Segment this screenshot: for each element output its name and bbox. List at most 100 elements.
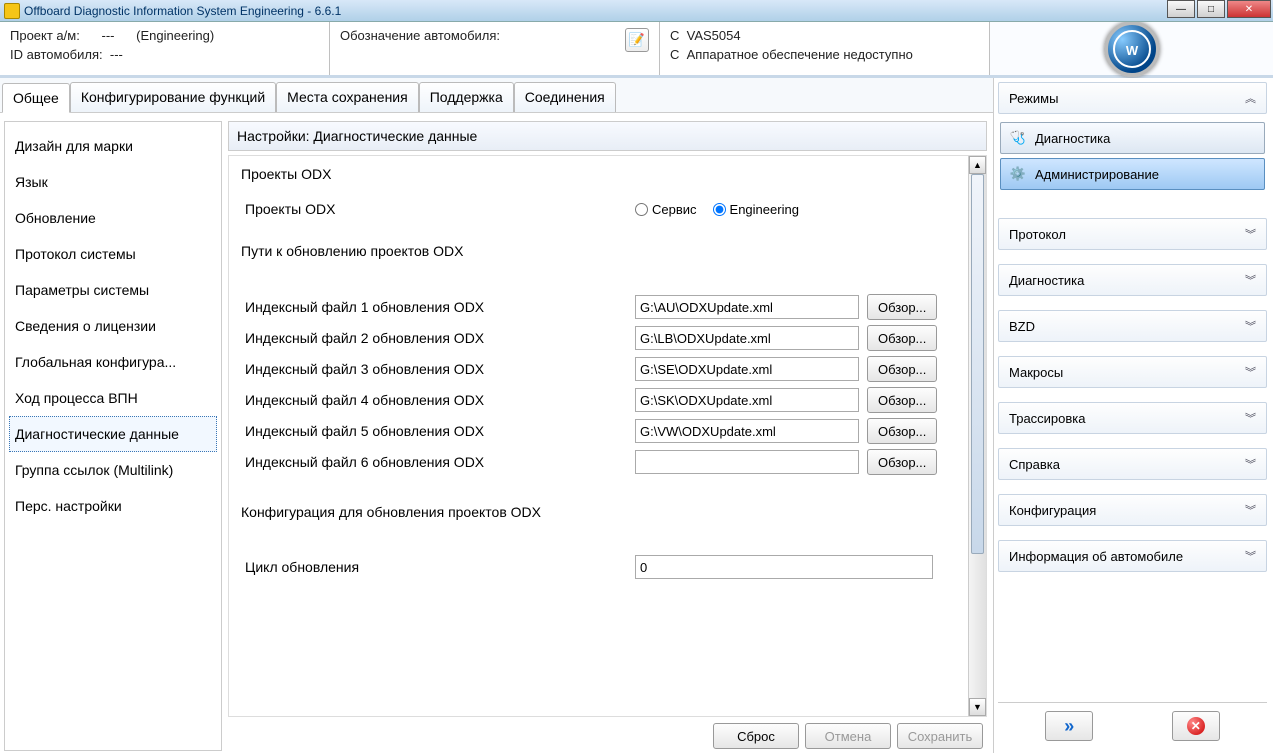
scroll-up-button[interactable]: ▲ [969,156,986,174]
index-file-input-4[interactable] [635,388,859,412]
chevron-down-icon: ︾ [1245,410,1256,426]
browse-button-6[interactable]: Обзор... [867,449,937,475]
cycle-input[interactable] [635,555,933,579]
radio-engineering[interactable]: Engineering [713,202,799,217]
project-label: Проект а/м: [10,28,80,43]
index-file-label-2: Индексный файл 2 обновления ODX [237,330,627,346]
mode-admin-button[interactable]: ⚙️ Администрирование [1000,158,1265,190]
tab-1[interactable]: Конфигурирование функций [70,82,276,112]
vw-logo-icon: W [1104,21,1160,77]
sidebar-item-4[interactable]: Параметры системы [9,272,217,308]
tab-0[interactable]: Общее [2,83,70,113]
sidebar-item-1[interactable]: Язык [9,164,217,200]
browse-button-2[interactable]: Обзор... [867,325,937,351]
scroll-down-button[interactable]: ▼ [969,698,986,716]
sidebar-item-2[interactable]: Обновление [9,200,217,236]
vehicle-designation-label: Обозначение автомобиля: [340,28,500,43]
chevron-down-icon: ︾ [1245,318,1256,334]
browse-button-1[interactable]: Обзор... [867,294,937,320]
index-file-label-4: Индексный файл 4 обновления ODX [237,392,627,408]
status2-prefix: С [670,47,679,62]
status2: Аппаратное обеспечение недоступно [687,47,913,62]
index-file-input-2[interactable] [635,326,859,350]
accordion-section-3[interactable]: Макросы︾ [998,356,1267,388]
double-arrow-icon: » [1064,716,1074,737]
accordion-section-7[interactable]: Информация об автомобиле︾ [998,540,1267,572]
index-file-label-5: Индексный файл 5 обновления ODX [237,423,627,439]
chevron-down-icon: ︾ [1245,226,1256,242]
scroll-thumb[interactable] [971,174,984,554]
info-header: Проект а/м: --- (Engineering) ID автомоб… [0,22,1273,78]
radio-service-input[interactable] [635,203,648,216]
radio-service[interactable]: Сервис [635,202,697,217]
index-file-input-3[interactable] [635,357,859,381]
mode-diagnostics-button[interactable]: 🩺 Диагностика [1000,122,1265,154]
index-file-label-6: Индексный файл 6 обновления ODX [237,454,627,470]
forward-button[interactable]: » [1045,711,1093,741]
accordion-modes[interactable]: Режимы ︽ [998,82,1267,114]
sidebar-item-3[interactable]: Протокол системы [9,236,217,272]
index-file-input-1[interactable] [635,295,859,319]
chevron-down-icon: ︾ [1245,456,1256,472]
browse-button-3[interactable]: Обзор... [867,356,937,382]
modes-title: Режимы [1009,91,1058,106]
cancel-button[interactable]: Отмена [805,723,891,749]
settings-title: Настройки: Диагностические данные [228,121,987,151]
maximize-button[interactable]: □ [1197,0,1225,18]
minimize-button[interactable]: — [1167,0,1195,18]
sidebar-item-5[interactable]: Сведения о лицензии [9,308,217,344]
accordion-section-2[interactable]: BZD︾ [998,310,1267,342]
tab-3[interactable]: Поддержка [419,82,514,112]
index-file-label-1: Индексный файл 1 обновления ODX [237,299,627,315]
sidebar-item-6[interactable]: Глобальная конфигура... [9,344,217,380]
vehicle-id-label: ID автомобиля: [10,47,103,62]
project-value: --- [102,28,115,43]
cycle-label: Цикл обновления [237,559,627,575]
accordion-section-0[interactable]: Протокол︾ [998,218,1267,250]
browse-button-4[interactable]: Обзор... [867,387,937,413]
accordion-section-1[interactable]: Диагностика︾ [998,264,1267,296]
sidebar-item-9[interactable]: Группа ссылок (Multilink) [9,452,217,488]
chevron-down-icon: ︾ [1245,502,1256,518]
stethoscope-icon: 🩺 [1009,129,1027,147]
project-suffix: (Engineering) [136,28,214,43]
sidebar-item-7[interactable]: Ход процесса ВПН [9,380,217,416]
app-icon [4,3,20,19]
chevron-down-icon: ︾ [1245,364,1256,380]
accordion-section-4[interactable]: Трассировка︾ [998,402,1267,434]
accordion-section-5[interactable]: Справка︾ [998,448,1267,480]
cancel-action-button[interactable]: ✕ [1172,711,1220,741]
title-bar: Offboard Diagnostic Information System E… [0,0,1273,22]
save-button[interactable]: Сохранить [897,723,983,749]
tab-2[interactable]: Места сохранения [276,82,419,112]
chevron-down-icon: ︾ [1245,272,1256,288]
index-file-input-5[interactable] [635,419,859,443]
vertical-scrollbar[interactable]: ▲ ▼ [968,156,986,716]
index-file-label-3: Индексный файл 3 обновления ODX [237,361,627,377]
chevron-up-icon: ︽ [1245,90,1256,106]
accordion-section-6[interactable]: Конфигурация︾ [998,494,1267,526]
tab-4[interactable]: Соединения [514,82,616,112]
index-file-input-6[interactable] [635,450,859,474]
section-odx-paths: Пути к обновлению проектов ODX [237,237,960,289]
radio-engineering-input[interactable] [713,203,726,216]
sidebar-item-0[interactable]: Дизайн для марки [9,128,217,164]
browse-button-5[interactable]: Обзор... [867,418,937,444]
svg-text:W: W [1125,43,1138,58]
reset-button[interactable]: Сброс [713,723,799,749]
notepad-icon[interactable]: 📝 [625,28,649,52]
section-odx-config: Конфигурация для обновления проектов ODX [237,480,960,550]
window-title: Offboard Diagnostic Information System E… [24,4,341,18]
status1: VAS5054 [687,28,741,43]
sidebar-item-8[interactable]: Диагностические данные [9,416,217,452]
cancel-icon: ✕ [1187,717,1205,735]
projects-label: Проекты ODX [237,201,627,217]
section-odx-projects: Проекты ODX [237,160,960,196]
status1-prefix: С [670,28,679,43]
main-tabs: ОбщееКонфигурирование функцийМеста сохра… [0,78,993,113]
gear-icon: ⚙️ [1009,165,1027,183]
vehicle-id-value: --- [110,47,123,62]
sidebar-item-10[interactable]: Перс. настройки [9,488,217,524]
close-button[interactable]: ✕ [1227,0,1271,18]
settings-sidebar: Дизайн для маркиЯзыкОбновлениеПротокол с… [4,121,222,751]
